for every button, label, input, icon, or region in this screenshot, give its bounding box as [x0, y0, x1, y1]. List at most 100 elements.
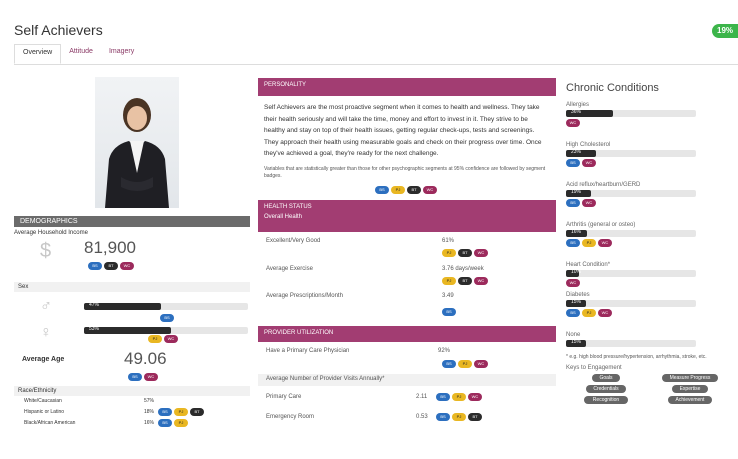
key-pill-credentials: Credentials	[586, 385, 626, 393]
condition-pct: 15%	[571, 299, 582, 305]
chronic-footnote: * e.g. high blood pressure/hypertension,…	[566, 354, 707, 360]
condition-bar-fill: 36%	[566, 109, 613, 117]
condition-bar: 15%	[566, 299, 696, 307]
personality-header: PERSONALITY	[258, 78, 556, 96]
list-item: None 15%	[566, 332, 732, 354]
list-item: Arthritis (general or osteo) 16% BS PJ WC	[566, 222, 732, 262]
person-illustration-icon	[105, 98, 169, 208]
provider-row-label: Average Number of Provider Visits Annual…	[266, 375, 385, 382]
list-item: Heart Condition* 10% WC	[566, 262, 732, 292]
condition-badges: BS WC	[566, 199, 732, 207]
condition-label: Acid reflux/heartburn/GERD	[566, 182, 641, 188]
key-pill-achievement: Achievement	[668, 396, 712, 404]
tab-attitude[interactable]: Attitude	[61, 44, 101, 64]
keys-title: Keys to Engagement	[566, 365, 622, 371]
condition-badges: WC	[566, 279, 732, 287]
segment-badge: BS	[436, 412, 450, 421]
segment-badge: BS	[375, 185, 389, 194]
list-item: Acid reflux/heartburn/GERD 19% BS WC	[566, 182, 732, 222]
female-icon: ♀	[40, 324, 52, 341]
provider-row-value: 0.53	[416, 413, 428, 420]
race-row-value: 57%	[144, 398, 155, 404]
condition-label: None	[566, 332, 581, 338]
segment-badge: PJ	[442, 248, 456, 257]
segment-badge: BT	[407, 185, 421, 194]
segment-badge: BS	[128, 373, 142, 381]
provider-row-label: Have a Primary Care Physician	[266, 347, 350, 354]
list-item: High Cholesterol 23% BS WC	[566, 142, 732, 182]
segment-badge: WC	[164, 335, 178, 343]
male-pct: 47%	[89, 302, 100, 308]
health-row-value: 3.49	[442, 292, 454, 299]
segment-badge: BS	[566, 309, 580, 317]
provider-row-badges: BS PJ WC	[442, 359, 490, 368]
male-bar-fill: 47%	[84, 302, 162, 310]
income-block: $ 81,900 BS BT WC	[14, 238, 250, 278]
provider-table: Have a Primary Care Physician 92% BS PJ WC…	[258, 342, 556, 426]
provider-row-badges: BS PJ BT	[436, 412, 484, 421]
segment-badge: BS	[566, 239, 580, 247]
condition-label: Diabetes	[566, 292, 590, 298]
condition-label: Allergies	[566, 102, 590, 108]
provider-row-label: Primary Care	[266, 393, 302, 400]
segment-badge: BS	[566, 199, 580, 207]
race-row-value: 16%	[144, 420, 155, 426]
chronic-list: Allergies 36% WC High Cholesterol 23% BS…	[566, 102, 732, 354]
demographics-header: DEMOGRAPHICS	[14, 216, 250, 227]
segment-badge: PJ	[582, 239, 596, 247]
condition-bar-fill: 15%	[566, 339, 586, 347]
condition-bar: 19%	[566, 189, 696, 197]
personality-note: Variables that are statistically greater…	[264, 165, 546, 179]
tab-imagery[interactable]: Imagery	[101, 44, 142, 64]
health-status-header: HEALTH STATUS Overall Health	[258, 199, 556, 232]
provider-row-badges: BS PJ WC	[436, 392, 484, 401]
condition-bar: 10%	[566, 269, 696, 277]
table-row: White/Caucasian 57%	[24, 396, 250, 407]
segment-badge: BS	[88, 262, 102, 270]
segment-badge: BT	[190, 407, 204, 416]
segment-badge: BS	[160, 314, 174, 322]
persona-photo	[95, 77, 179, 208]
condition-pct: 10%	[571, 269, 582, 275]
demographics-panel: DEMOGRAPHICS Average Household Income $ …	[14, 216, 250, 429]
race-row-label: White/Caucasian	[24, 398, 62, 404]
health-row-badges: BS	[442, 307, 458, 316]
segment-badge: BS	[436, 392, 450, 401]
list-item: Allergies 36% WC	[566, 102, 732, 142]
female-bar: 53%	[84, 326, 248, 334]
segment-badge: PJ	[452, 392, 466, 401]
segment-badge: WC	[474, 276, 488, 285]
segment-badge: PJ	[582, 309, 596, 317]
health-row-badges: PJ BT WC	[442, 248, 490, 257]
segment-badge: PJ	[391, 185, 405, 194]
tab-overview[interactable]: Overview	[14, 44, 62, 64]
condition-bar: 36%	[566, 109, 696, 117]
provider-row-label: Emergency Room	[266, 413, 315, 420]
tab-bar: Overview Attitude Imagery	[14, 44, 142, 64]
race-label: Race/Ethnicity	[14, 386, 250, 396]
condition-badges: BS PJ WC	[566, 239, 732, 247]
provider-row-value: 2.11	[416, 393, 428, 400]
segment-badge: WC	[582, 159, 596, 167]
male-bar: 47%	[84, 302, 248, 310]
health-status-title: HEALTH STATUS	[264, 203, 312, 210]
key-pill-goals: Goals	[592, 374, 620, 382]
female-badges: PJ WC	[148, 335, 180, 343]
income-badges: BS BT WC	[88, 262, 136, 270]
race-row-label: Hispanic or Latino	[24, 409, 65, 415]
condition-pct: 36%	[571, 109, 582, 115]
key-pill-measure-progress: Measure Progress	[662, 374, 718, 382]
condition-bar-fill: 16%	[566, 229, 587, 237]
age-value: 49.06	[124, 349, 167, 368]
segment-badge: BS	[566, 159, 580, 167]
keys-grid: Goals Measure Progress Credentials Exper…	[566, 374, 732, 408]
health-row-value: 61%	[442, 237, 455, 244]
condition-badges: BS PJ WC	[566, 309, 732, 317]
health-status-subtitle: Overall Health	[264, 213, 303, 220]
segment-badge: WC	[120, 262, 134, 270]
table-row: Hispanic or Latino 18% BS PJ BT	[24, 407, 250, 418]
segment-badge: BS	[442, 307, 456, 316]
key-pill-expertise: Expertise	[672, 385, 708, 393]
race-row-label: Black/African American	[24, 420, 76, 426]
female-bar-fill: 53%	[84, 326, 171, 334]
